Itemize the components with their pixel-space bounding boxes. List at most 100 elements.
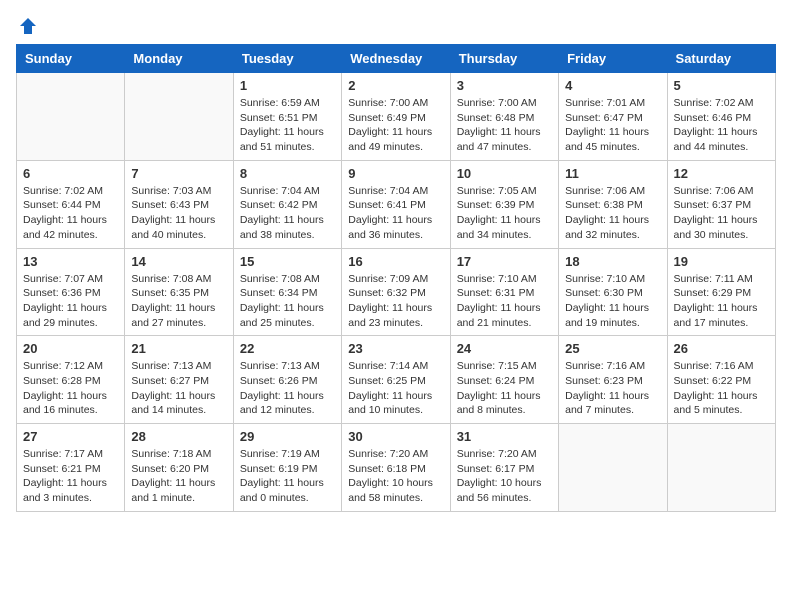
calendar-day: 4 Sunrise: 7:01 AMSunset: 6:47 PMDaylight…: [559, 73, 667, 161]
day-number: 17: [457, 254, 552, 269]
day-number: 16: [348, 254, 443, 269]
day-info: Sunrise: 7:06 AMSunset: 6:37 PMDaylight:…: [674, 184, 769, 243]
day-number: 2: [348, 78, 443, 93]
day-number: 18: [565, 254, 660, 269]
day-info: Sunrise: 7:00 AMSunset: 6:48 PMDaylight:…: [457, 96, 552, 155]
calendar-day: [17, 73, 125, 161]
day-info: Sunrise: 7:17 AMSunset: 6:21 PMDaylight:…: [23, 447, 118, 506]
day-number: 24: [457, 341, 552, 356]
day-info: Sunrise: 7:20 AMSunset: 6:18 PMDaylight:…: [348, 447, 443, 506]
calendar-day: 25 Sunrise: 7:16 AMSunset: 6:23 PMDayligh…: [559, 336, 667, 424]
day-number: 4: [565, 78, 660, 93]
calendar-day: 21 Sunrise: 7:13 AMSunset: 6:27 PMDayligh…: [125, 336, 233, 424]
day-number: 3: [457, 78, 552, 93]
calendar-day: 31 Sunrise: 7:20 AMSunset: 6:17 PMDayligh…: [450, 424, 558, 512]
day-info: Sunrise: 7:01 AMSunset: 6:47 PMDaylight:…: [565, 96, 660, 155]
day-info: Sunrise: 7:04 AMSunset: 6:41 PMDaylight:…: [348, 184, 443, 243]
calendar-day: 23 Sunrise: 7:14 AMSunset: 6:25 PMDayligh…: [342, 336, 450, 424]
calendar-week-4: 20 Sunrise: 7:12 AMSunset: 6:28 PMDayligh…: [17, 336, 776, 424]
calendar-day: 22 Sunrise: 7:13 AMSunset: 6:26 PMDayligh…: [233, 336, 341, 424]
day-number: 7: [131, 166, 226, 181]
day-number: 10: [457, 166, 552, 181]
calendar-week-3: 13 Sunrise: 7:07 AMSunset: 6:36 PMDayligh…: [17, 248, 776, 336]
day-number: 21: [131, 341, 226, 356]
day-info: Sunrise: 7:13 AMSunset: 6:27 PMDaylight:…: [131, 359, 226, 418]
calendar-day: 29 Sunrise: 7:19 AMSunset: 6:19 PMDayligh…: [233, 424, 341, 512]
calendar-day: 16 Sunrise: 7:09 AMSunset: 6:32 PMDayligh…: [342, 248, 450, 336]
day-info: Sunrise: 7:19 AMSunset: 6:19 PMDaylight:…: [240, 447, 335, 506]
calendar-day: 13 Sunrise: 7:07 AMSunset: 6:36 PMDayligh…: [17, 248, 125, 336]
day-number: 1: [240, 78, 335, 93]
header-sunday: Sunday: [17, 45, 125, 73]
day-number: 28: [131, 429, 226, 444]
day-info: Sunrise: 7:08 AMSunset: 6:35 PMDaylight:…: [131, 272, 226, 331]
day-number: 19: [674, 254, 769, 269]
calendar-day: 6 Sunrise: 7:02 AMSunset: 6:44 PMDaylight…: [17, 160, 125, 248]
calendar-day: 26Sunrise: 7:16 AMSunset: 6:22 PMDayligh…: [667, 336, 775, 424]
header-monday: Monday: [125, 45, 233, 73]
day-info: Sunrise: 7:20 AMSunset: 6:17 PMDaylight:…: [457, 447, 552, 506]
calendar-day: 2 Sunrise: 7:00 AMSunset: 6:49 PMDaylight…: [342, 73, 450, 161]
calendar-day: 30 Sunrise: 7:20 AMSunset: 6:18 PMDayligh…: [342, 424, 450, 512]
calendar-day: 8Sunrise: 7:04 AMSunset: 6:42 PMDaylight…: [233, 160, 341, 248]
day-info: Sunrise: 7:10 AMSunset: 6:31 PMDaylight:…: [457, 272, 552, 331]
day-info: Sunrise: 7:03 AMSunset: 6:43 PMDaylight:…: [131, 184, 226, 243]
calendar-day: 5 Sunrise: 7:02 AMSunset: 6:46 PMDaylight…: [667, 73, 775, 161]
day-number: 31: [457, 429, 552, 444]
calendar-day: 28 Sunrise: 7:18 AMSunset: 6:20 PMDayligh…: [125, 424, 233, 512]
day-number: 25: [565, 341, 660, 356]
day-info: Sunrise: 7:13 AMSunset: 6:26 PMDaylight:…: [240, 359, 335, 418]
day-number: 29: [240, 429, 335, 444]
day-info: Sunrise: 7:14 AMSunset: 6:25 PMDaylight:…: [348, 359, 443, 418]
day-number: 23: [348, 341, 443, 356]
calendar-day: 1 Sunrise: 6:59 AMSunset: 6:51 PMDaylight…: [233, 73, 341, 161]
calendar-day: 7 Sunrise: 7:03 AMSunset: 6:43 PMDaylight…: [125, 160, 233, 248]
day-number: 30: [348, 429, 443, 444]
calendar-day: [559, 424, 667, 512]
day-number: 12: [674, 166, 769, 181]
day-number: 6: [23, 166, 118, 181]
page-header: [16, 16, 776, 36]
header-friday: Friday: [559, 45, 667, 73]
day-info: Sunrise: 7:18 AMSunset: 6:20 PMDaylight:…: [131, 447, 226, 506]
day-number: 27: [23, 429, 118, 444]
day-info: Sunrise: 7:00 AMSunset: 6:49 PMDaylight:…: [348, 96, 443, 155]
day-info: Sunrise: 7:12 AMSunset: 6:28 PMDaylight:…: [23, 359, 118, 418]
logo: [16, 16, 38, 36]
calendar-day: [667, 424, 775, 512]
day-number: 13: [23, 254, 118, 269]
calendar-week-1: 1 Sunrise: 6:59 AMSunset: 6:51 PMDaylight…: [17, 73, 776, 161]
logo-icon: [18, 16, 38, 36]
calendar-day: 11 Sunrise: 7:06 AMSunset: 6:38 PMDayligh…: [559, 160, 667, 248]
calendar-day: 17 Sunrise: 7:10 AMSunset: 6:31 PMDayligh…: [450, 248, 558, 336]
header-thursday: Thursday: [450, 45, 558, 73]
day-number: 5: [674, 78, 769, 93]
calendar-day: 27 Sunrise: 7:17 AMSunset: 6:21 PMDayligh…: [17, 424, 125, 512]
day-number: 20: [23, 341, 118, 356]
calendar-day: 19Sunrise: 7:11 AMSunset: 6:29 PMDayligh…: [667, 248, 775, 336]
day-info: Sunrise: 7:16 AMSunset: 6:23 PMDaylight:…: [565, 359, 660, 418]
calendar-day: [125, 73, 233, 161]
day-number: 26: [674, 341, 769, 356]
day-info: Sunrise: 6:59 AMSunset: 6:51 PMDaylight:…: [240, 96, 335, 155]
day-info: Sunrise: 7:02 AMSunset: 6:46 PMDaylight:…: [674, 96, 769, 155]
day-number: 9: [348, 166, 443, 181]
day-info: Sunrise: 7:07 AMSunset: 6:36 PMDaylight:…: [23, 272, 118, 331]
day-info: Sunrise: 7:06 AMSunset: 6:38 PMDaylight:…: [565, 184, 660, 243]
header-wednesday: Wednesday: [342, 45, 450, 73]
calendar-day: 15Sunrise: 7:08 AMSunset: 6:34 PMDayligh…: [233, 248, 341, 336]
calendar-day: 9 Sunrise: 7:04 AMSunset: 6:41 PMDaylight…: [342, 160, 450, 248]
calendar-header-row: SundayMondayTuesdayWednesdayThursdayFrid…: [17, 45, 776, 73]
day-number: 15: [240, 254, 335, 269]
day-info: Sunrise: 7:09 AMSunset: 6:32 PMDaylight:…: [348, 272, 443, 331]
day-info: Sunrise: 7:02 AMSunset: 6:44 PMDaylight:…: [23, 184, 118, 243]
day-number: 8: [240, 166, 335, 181]
day-number: 22: [240, 341, 335, 356]
day-number: 14: [131, 254, 226, 269]
day-number: 11: [565, 166, 660, 181]
calendar-week-5: 27 Sunrise: 7:17 AMSunset: 6:21 PMDayligh…: [17, 424, 776, 512]
calendar-table: SundayMondayTuesdayWednesdayThursdayFrid…: [16, 44, 776, 512]
calendar-day: 24 Sunrise: 7:15 AMSunset: 6:24 PMDayligh…: [450, 336, 558, 424]
calendar-week-2: 6 Sunrise: 7:02 AMSunset: 6:44 PMDaylight…: [17, 160, 776, 248]
day-info: Sunrise: 7:15 AMSunset: 6:24 PMDaylight:…: [457, 359, 552, 418]
